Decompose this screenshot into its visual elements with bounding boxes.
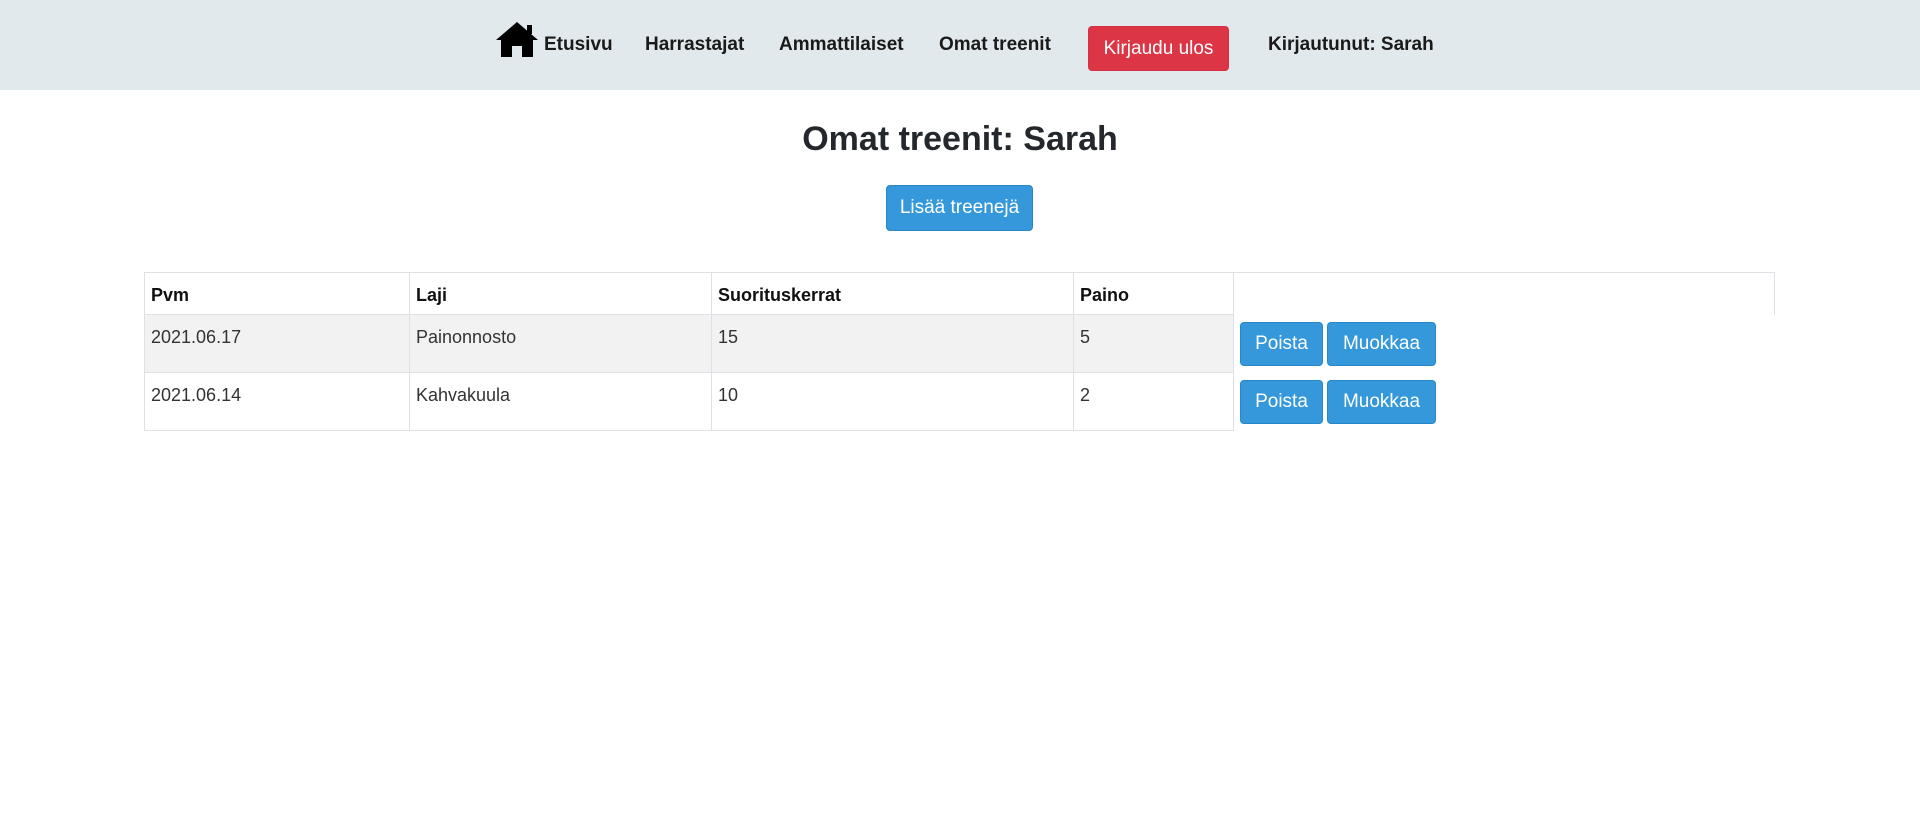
cell-date: 2021.06.17 (144, 314, 410, 373)
home-icon[interactable] (495, 20, 539, 58)
cell-weight: 5 (1073, 314, 1234, 373)
edit-button[interactable]: Muokkaa (1327, 379, 1436, 424)
nav-links: Etusivu Harrastajat Ammattilaiset Omat t… (0, 0, 1920, 90)
table-row: 2021.06.17 Painonnosto 15 5 Poista Muokka… (144, 314, 1775, 373)
cell-reps: 10 (711, 372, 1074, 431)
column-header-actions (1233, 272, 1775, 315)
cell-actions: Poista Muokkaa (1233, 314, 1775, 373)
column-header-weight: Paino (1073, 272, 1234, 315)
page-title: Omat treenit: Sarah (802, 120, 1118, 158)
navbar: Etusivu Harrastajat Ammattilaiset Omat t… (0, 0, 1920, 90)
add-workouts-button[interactable]: Lisää treenejä (886, 185, 1033, 231)
cell-reps: 15 (711, 314, 1074, 373)
logged-in-user: Kirjautunut: Sarah (1268, 34, 1434, 55)
nav-my-workouts-link[interactable]: Omat treenit (939, 34, 1051, 56)
table-row: 2021.06.14 Kahvakuula 10 2 Poista Muokkaa (144, 372, 1775, 431)
workouts-table: Pvm Laji Suorituskerrat Paino 2021.06.17… (144, 272, 1775, 431)
edit-button[interactable]: Muokkaa (1327, 321, 1436, 366)
cell-weight: 2 (1073, 372, 1234, 431)
nav-professionals-link[interactable]: Ammattilaiset (779, 34, 904, 56)
column-header-date: Pvm (144, 272, 410, 315)
cell-sport: Painonnosto (409, 314, 712, 373)
cell-actions: Poista Muokkaa (1233, 372, 1775, 431)
logout-button[interactable]: Kirjaudu ulos (1088, 26, 1229, 71)
cell-date: 2021.06.14 (144, 372, 410, 431)
nav-home-link[interactable]: Etusivu (544, 34, 613, 56)
table-header-row: Pvm Laji Suorituskerrat Paino (144, 272, 1775, 315)
column-header-sport: Laji (409, 272, 712, 315)
cell-sport: Kahvakuula (409, 372, 712, 431)
delete-button[interactable]: Poista (1240, 379, 1323, 424)
delete-button[interactable]: Poista (1240, 321, 1323, 366)
column-header-reps: Suorituskerrat (711, 272, 1074, 315)
nav-hobbyists-link[interactable]: Harrastajat (645, 34, 744, 56)
